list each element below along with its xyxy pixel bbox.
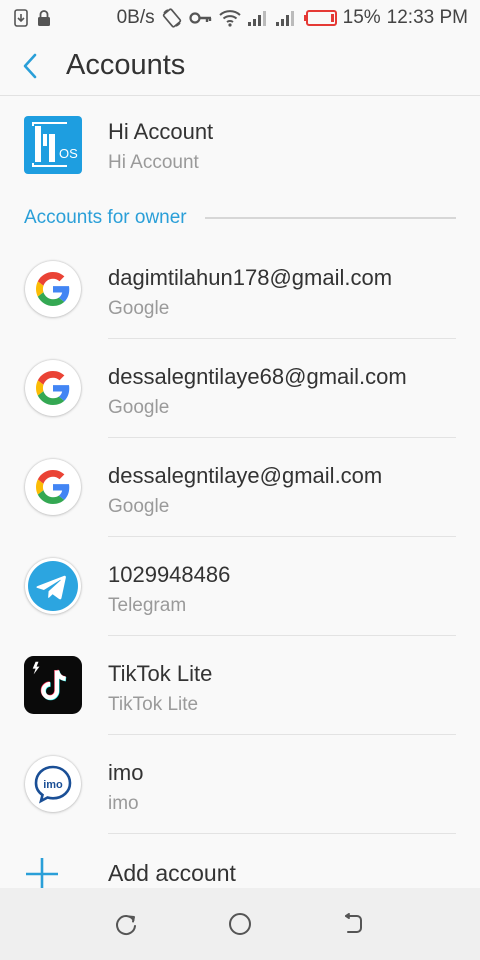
network-speed: 0B/s: [116, 7, 155, 28]
google-icon: [24, 359, 82, 417]
account-row[interactable]: dessalegntilaye68@gmail.com Google: [0, 339, 480, 438]
svg-text:OS: OS: [59, 146, 78, 161]
back-nav-button[interactable]: [333, 904, 373, 944]
download-icon: [14, 9, 28, 27]
section-header: Accounts for owner: [24, 206, 456, 230]
home-icon: [228, 913, 251, 935]
account-name: dessalegntilaye68@gmail.com: [108, 364, 407, 389]
hi-account-row[interactable]: OS Hi Account Hi Account: [0, 96, 480, 195]
account-name: dessalegntilaye@gmail.com: [108, 463, 383, 488]
chevron-left-icon: [23, 53, 37, 78]
account-type: Google: [108, 397, 170, 418]
accounts-screen: 0B/s 15% 12:33 PM Accounts OS Hi Account…: [0, 0, 480, 960]
recent-apps-button[interactable]: [107, 904, 147, 944]
navigation-bar: [0, 888, 480, 960]
vpn-key-icon: [189, 10, 213, 26]
account-type: imo: [108, 793, 139, 814]
google-icon: [24, 458, 82, 516]
imo-icon: imo: [24, 755, 82, 813]
lock-icon: [36, 9, 52, 27]
back-icon: [345, 913, 363, 933]
account-name: Hi Account: [108, 119, 214, 144]
status-bar: 0B/s 15% 12:33 PM: [0, 0, 480, 36]
account-type: Hi Account: [108, 152, 199, 173]
home-button[interactable]: [220, 904, 260, 944]
plus-icon: [26, 858, 58, 890]
battery-low-icon: [303, 10, 337, 26]
account-row[interactable]: TikTok Lite TikTok Lite: [0, 636, 480, 735]
account-row[interactable]: imo imo imo: [0, 735, 480, 834]
account-type: Telegram: [108, 595, 187, 616]
clock: 12:33 PM: [386, 7, 468, 28]
row-divider: [108, 833, 456, 834]
app-header: Accounts: [0, 36, 480, 96]
account-row[interactable]: 1029948486 Telegram: [0, 537, 480, 636]
status-left: [14, 9, 52, 27]
back-button[interactable]: [0, 36, 60, 96]
account-type: Google: [108, 298, 170, 319]
section-label: Accounts for owner: [24, 207, 187, 228]
recent-apps-icon: [115, 915, 136, 935]
battery-percent: 15%: [342, 7, 381, 28]
account-name: 1029948486: [108, 562, 231, 587]
account-type: TikTok Lite: [108, 694, 199, 715]
account-name: imo: [108, 760, 144, 785]
account-name: dagimtilahun178@gmail.com: [108, 265, 393, 290]
page-title: Accounts: [66, 49, 186, 81]
add-account-button[interactable]: Add account: [0, 840, 480, 890]
google-icon: [24, 260, 82, 318]
rotate-icon: [161, 7, 183, 29]
tiktok-lite-icon: [24, 656, 82, 714]
status-right: 0B/s 15% 12:33 PM: [117, 7, 468, 29]
signal-icon: [275, 9, 297, 27]
wifi-icon: [218, 9, 241, 27]
account-row[interactable]: dagimtilahun178@gmail.com Google: [0, 240, 480, 339]
hios-icon: OS: [24, 116, 82, 174]
section-divider: [204, 217, 456, 219]
svg-text:imo: imo: [43, 779, 63, 791]
signal-icon: [247, 9, 269, 27]
account-type: Google: [108, 496, 170, 517]
telegram-icon: [24, 557, 82, 615]
account-name: TikTok Lite: [108, 661, 213, 686]
add-account-label: Add account: [108, 860, 236, 886]
account-row[interactable]: dessalegntilaye@gmail.com Google: [0, 438, 480, 537]
